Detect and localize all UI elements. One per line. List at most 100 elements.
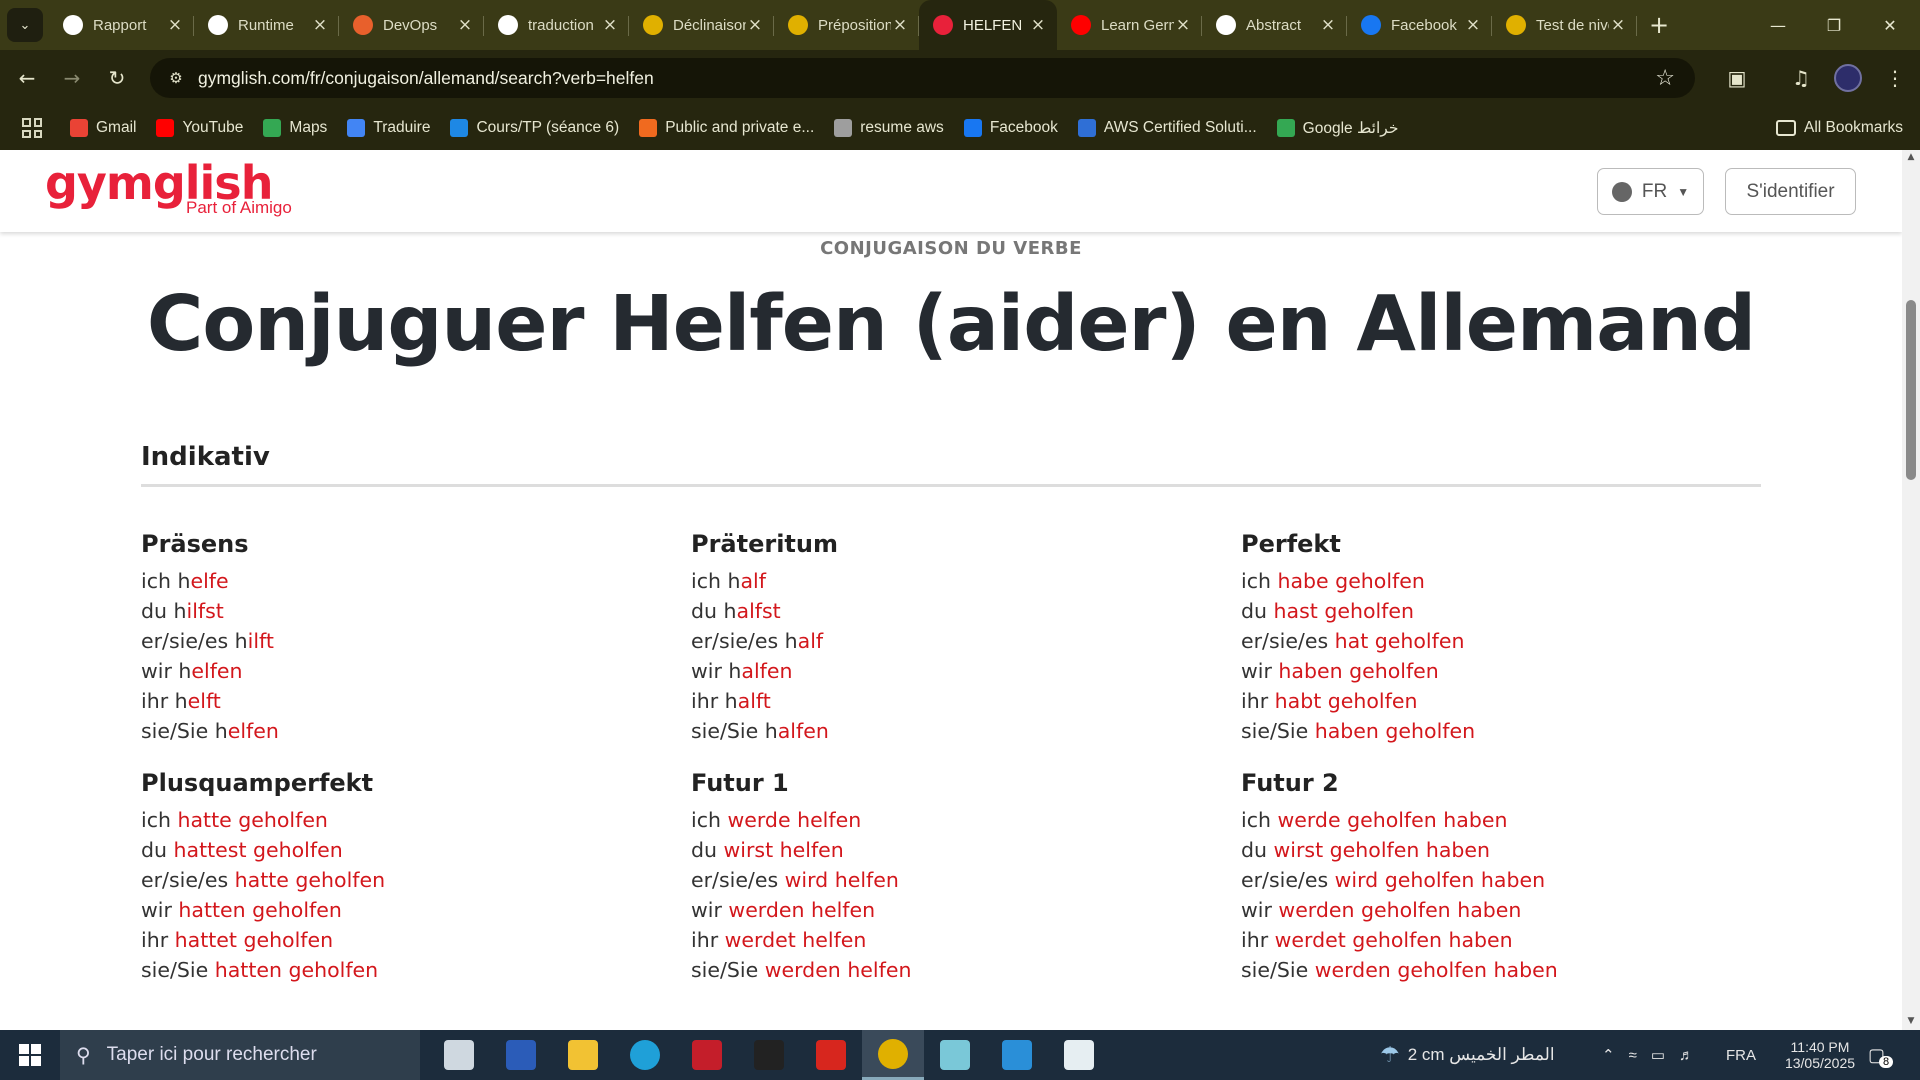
chrome-icon[interactable] (862, 1030, 924, 1080)
file-explorer-icon[interactable] (552, 1030, 614, 1080)
word-icon[interactable] (490, 1030, 552, 1080)
close-window-icon[interactable]: ✕ (1862, 0, 1918, 50)
notepad-icon[interactable] (924, 1030, 986, 1080)
conjugation-row: ich werde geholfen haben (1241, 805, 1761, 835)
bookmark-item[interactable]: Cours/TP (séance 6) (450, 119, 619, 138)
browser-tab[interactable]: Déclinaison × (629, 0, 774, 50)
extensions-puzzle-icon[interactable]: ▣ (1722, 63, 1752, 93)
pronoun-stem: wir h (691, 659, 742, 683)
browser-tab[interactable]: traduction × (484, 0, 629, 50)
browser-tab[interactable]: Test de niveau× (1492, 0, 1637, 50)
bookmarks-bar: Gmail YouTube Maps Traduire Cours/TP (séance… (0, 106, 1920, 150)
conjugated-ending: hattest geholfen (173, 838, 343, 862)
bookmark-item[interactable]: Public and private e... (639, 119, 814, 138)
close-tab-icon[interactable]: × (746, 15, 764, 35)
close-tab-icon[interactable]: × (1029, 15, 1047, 35)
browser-tab[interactable]: Préposition × (774, 0, 919, 50)
bookmark-item[interactable]: Traduire (347, 119, 430, 138)
bookmark-item[interactable]: Gmail (70, 119, 136, 138)
bookmark-item[interactable]: Maps (263, 119, 327, 138)
acrobat-icon[interactable] (800, 1030, 862, 1080)
facebook-icon (963, 119, 982, 137)
restore-window-icon[interactable]: ❐ (1806, 0, 1862, 50)
address-bar[interactable]: ⚙ gymglish.com/fr/conjugaison/allemand/s… (150, 58, 1695, 98)
language-label: FR (1641, 180, 1668, 202)
volume-icon[interactable]: ♬ (1679, 1047, 1694, 1064)
scroll-up-arrow-icon[interactable]: ▲ (1906, 152, 1916, 162)
pronoun-stem: er/sie/es (691, 868, 785, 892)
browser-tab[interactable]: Facebook × (1347, 0, 1492, 50)
paint-icon[interactable] (1048, 1030, 1110, 1080)
conjugation-row: ihr werdet geholfen haben (1241, 925, 1761, 955)
new-tab-plus-icon[interactable]: + (1641, 11, 1677, 39)
conjugation-row: sie/Sie werden helfen (691, 955, 1211, 985)
edge-icon[interactable] (614, 1030, 676, 1080)
taskbar-search-box[interactable]: ⚲ Taper ici pour rechercher (60, 1030, 420, 1080)
close-tab-icon[interactable]: × (311, 15, 329, 35)
conjugated-ending: werde helfen (727, 808, 862, 832)
page-scrollbar[interactable]: ▲ ▼ (1902, 150, 1920, 1030)
pronoun-stem: er/sie/es (141, 868, 235, 892)
bookmark-item[interactable]: Facebook (963, 119, 1058, 138)
close-tab-icon[interactable]: × (891, 15, 909, 35)
notifications-button[interactable]: ▢ 8 (1868, 1030, 1894, 1080)
bookmark-item[interactable]: YouTube (156, 119, 243, 138)
scrollbar-thumb[interactable] (1906, 300, 1916, 480)
web-page: gymglish Part of Aimigo FR ▼ S'identifie… (0, 150, 1902, 1030)
show-hidden-icons-chevron-icon[interactable]: ⌃ (1602, 1046, 1615, 1064)
bookmark-item[interactable]: resume aws (834, 119, 944, 138)
close-tab-icon[interactable]: × (601, 15, 619, 35)
url-text[interactable]: gymglish.com/fr/conjugaison/allemand/sea… (198, 68, 654, 89)
windows-start-icon[interactable] (0, 1030, 60, 1080)
bookmark-label: Public and private e... (665, 119, 815, 136)
tab-search-chevron-icon[interactable]: ⌄ (7, 8, 43, 42)
tense-name: Perfekt (1241, 530, 1341, 558)
photos-icon[interactable] (986, 1030, 1048, 1080)
site-info-icon[interactable]: ⚙ (164, 66, 188, 90)
apps-grid-icon[interactable] (22, 118, 42, 138)
browser-tab[interactable]: Learn German× (1057, 0, 1202, 50)
bookmark-star-icon[interactable]: ☆ (1655, 66, 1675, 91)
task-view-icon[interactable] (428, 1030, 490, 1080)
close-tab-icon[interactable]: × (456, 15, 474, 35)
colorblock-icon (788, 15, 808, 35)
bookmark-item[interactable]: Google خرائط (1276, 119, 1398, 138)
media-control-icon[interactable]: ♫ (1786, 63, 1816, 93)
profile-avatar[interactable] (1834, 64, 1862, 92)
login-button[interactable]: S'identifier (1725, 168, 1856, 215)
app-red-icon[interactable] (676, 1030, 738, 1080)
browser-tab[interactable]: Runtime × (194, 0, 339, 50)
terminal-icon[interactable] (738, 1030, 800, 1080)
pronoun-stem: sie/Sie (141, 958, 215, 982)
wifi-icon[interactable]: ≈ (1629, 1047, 1637, 1064)
minimize-window-icon[interactable]: — (1750, 0, 1806, 50)
conjugated-ending: alft (737, 689, 771, 713)
battery-icon[interactable]: ▭ (1651, 1046, 1665, 1064)
conjugated-ending: wirst geholfen haben (1273, 838, 1491, 862)
weather-widget[interactable]: ☂ 2 cm المطر الخميس (1380, 1030, 1555, 1080)
browser-tab[interactable]: HELFEN × (919, 0, 1057, 50)
bookmark-item[interactable]: AWS Certified Soluti... (1077, 119, 1257, 138)
clock[interactable]: 11:40 PM 13/05/2025 (1770, 1030, 1870, 1080)
language-indicator[interactable]: FRA (1726, 1030, 1756, 1080)
conjugation-row: wir werden helfen (691, 895, 1211, 925)
browser-tab[interactable]: Rapport × (49, 0, 194, 50)
pronoun-stem: ich (1241, 808, 1278, 832)
logo-subtitle: Part of Aimigo (186, 198, 292, 217)
browser-tab[interactable]: DevOps × (339, 0, 484, 50)
close-tab-icon[interactable]: × (1464, 15, 1482, 35)
pronoun-stem: ihr (1241, 928, 1275, 952)
menu-kebab-icon[interactable]: ⋮ (1880, 63, 1910, 93)
conjugated-ending: hat geholfen (1334, 629, 1465, 653)
close-tab-icon[interactable]: × (1609, 15, 1627, 35)
close-tab-icon[interactable]: × (1174, 15, 1192, 35)
browser-tab[interactable]: Abstract × (1202, 0, 1347, 50)
close-tab-icon[interactable]: × (1319, 15, 1337, 35)
reload-icon[interactable]: ↻ (99, 60, 135, 96)
scroll-down-arrow-icon[interactable]: ▼ (1906, 1016, 1916, 1026)
back-arrow-icon[interactable]: ← (9, 60, 45, 96)
language-selector[interactable]: FR ▼ (1597, 168, 1704, 215)
forward-arrow-icon[interactable]: → (54, 60, 90, 96)
close-tab-icon[interactable]: × (166, 15, 184, 35)
all-bookmarks-button[interactable]: All Bookmarks (1776, 119, 1903, 137)
